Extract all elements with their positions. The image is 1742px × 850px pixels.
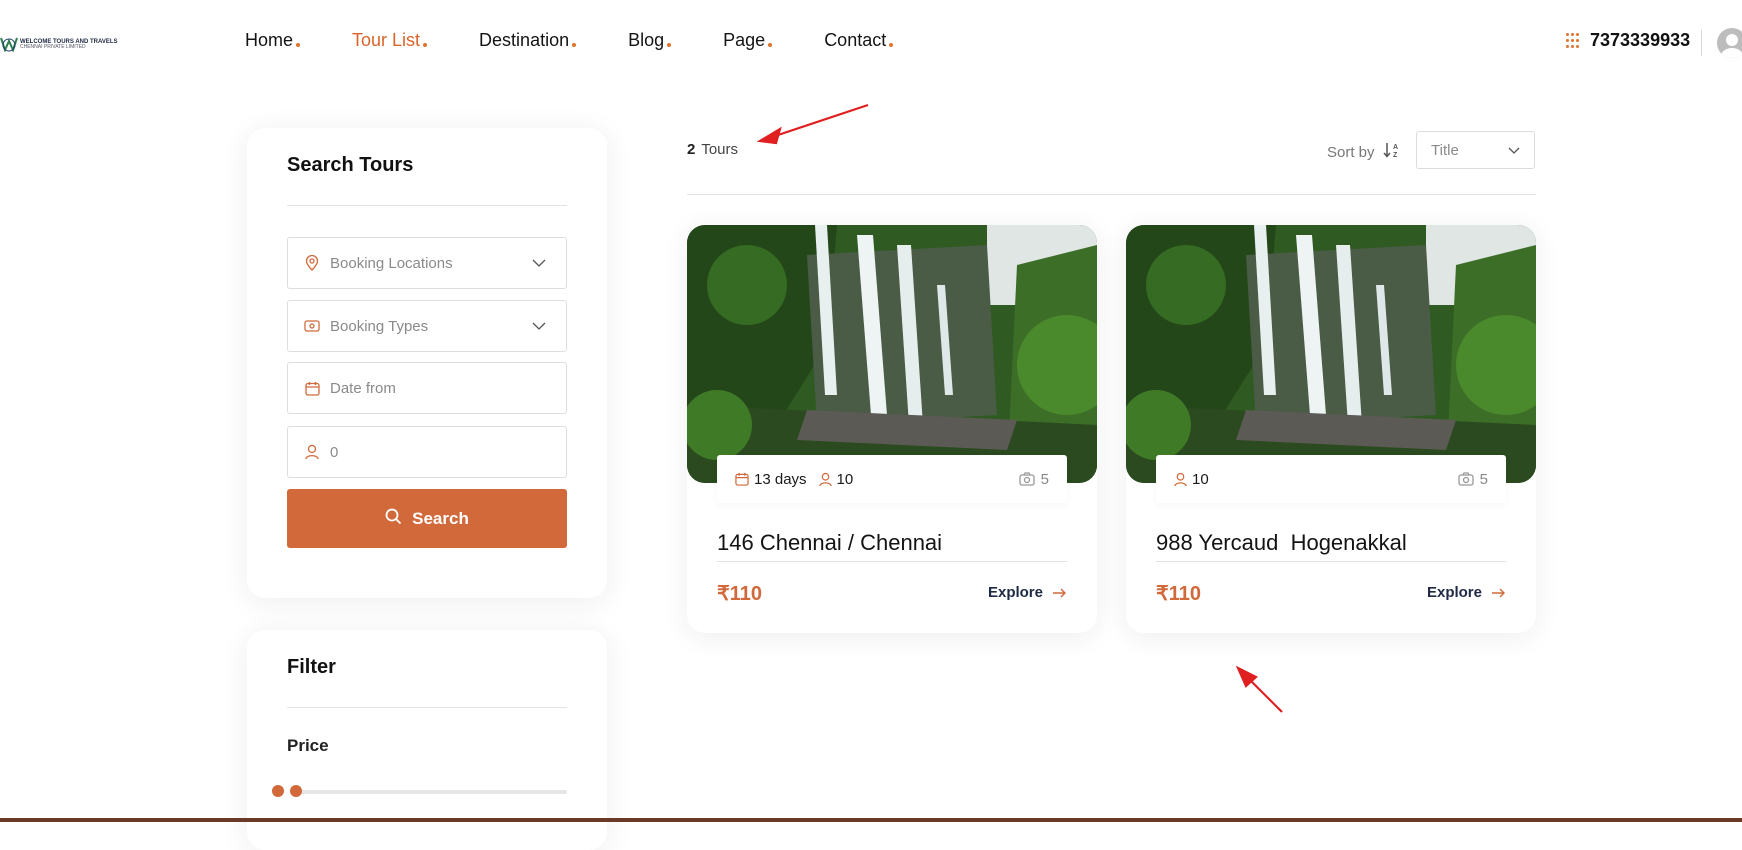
bottom-edge bbox=[0, 818, 1742, 822]
annotation-arrows bbox=[756, 103, 1283, 713]
annotation-arrow-icon bbox=[1235, 665, 1283, 713]
annotation-arrow-icon bbox=[756, 103, 869, 145]
